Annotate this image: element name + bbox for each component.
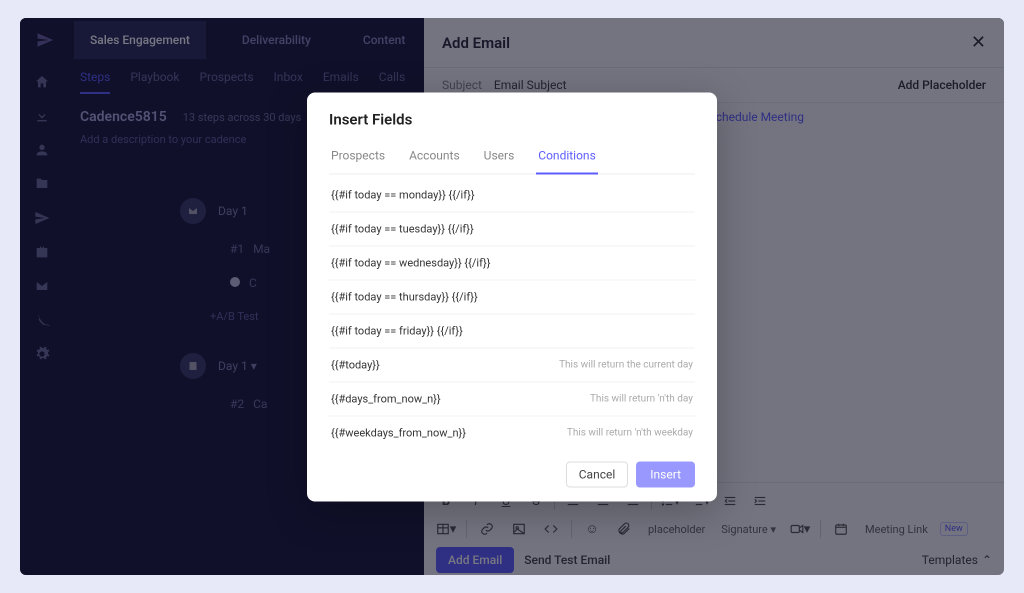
- field-row[interactable]: {{#if today == thursday}} {{/if}}: [329, 280, 695, 314]
- modal-tabs: Prospects Accounts Users Conditions: [329, 142, 695, 174]
- modal-title: Insert Fields: [329, 110, 695, 128]
- modal-tab-users[interactable]: Users: [482, 142, 517, 173]
- insert-fields-modal: Insert Fields Prospects Accounts Users C…: [307, 92, 717, 501]
- field-row[interactable]: {{#if today == friday}} {{/if}}: [329, 314, 695, 348]
- field-row[interactable]: {{#if today == tuesday}} {{/if}}: [329, 212, 695, 246]
- app-shell: Sales Engagement Deliverability Content …: [20, 18, 1004, 575]
- modal-tab-conditions[interactable]: Conditions: [536, 142, 597, 174]
- field-row[interactable]: {{#weekdays_from_now_n}} This will retur…: [329, 416, 695, 449]
- cancel-button[interactable]: Cancel: [566, 461, 629, 487]
- modal-tab-accounts[interactable]: Accounts: [407, 142, 462, 173]
- modal-actions: Cancel Insert: [329, 461, 695, 487]
- field-row[interactable]: {{#if today == monday}} {{/if}}: [329, 178, 695, 212]
- field-row[interactable]: {{#days_from_now_n}} This will return 'n…: [329, 382, 695, 416]
- modal-tab-prospects[interactable]: Prospects: [329, 142, 387, 173]
- insert-button[interactable]: Insert: [636, 461, 695, 487]
- field-row[interactable]: {{#if today == wednesday}} {{/if}}: [329, 246, 695, 280]
- field-list: {{#if today == monday}} {{/if}} {{#if to…: [329, 178, 695, 449]
- field-row[interactable]: {{#today}} This will return the current …: [329, 348, 695, 382]
